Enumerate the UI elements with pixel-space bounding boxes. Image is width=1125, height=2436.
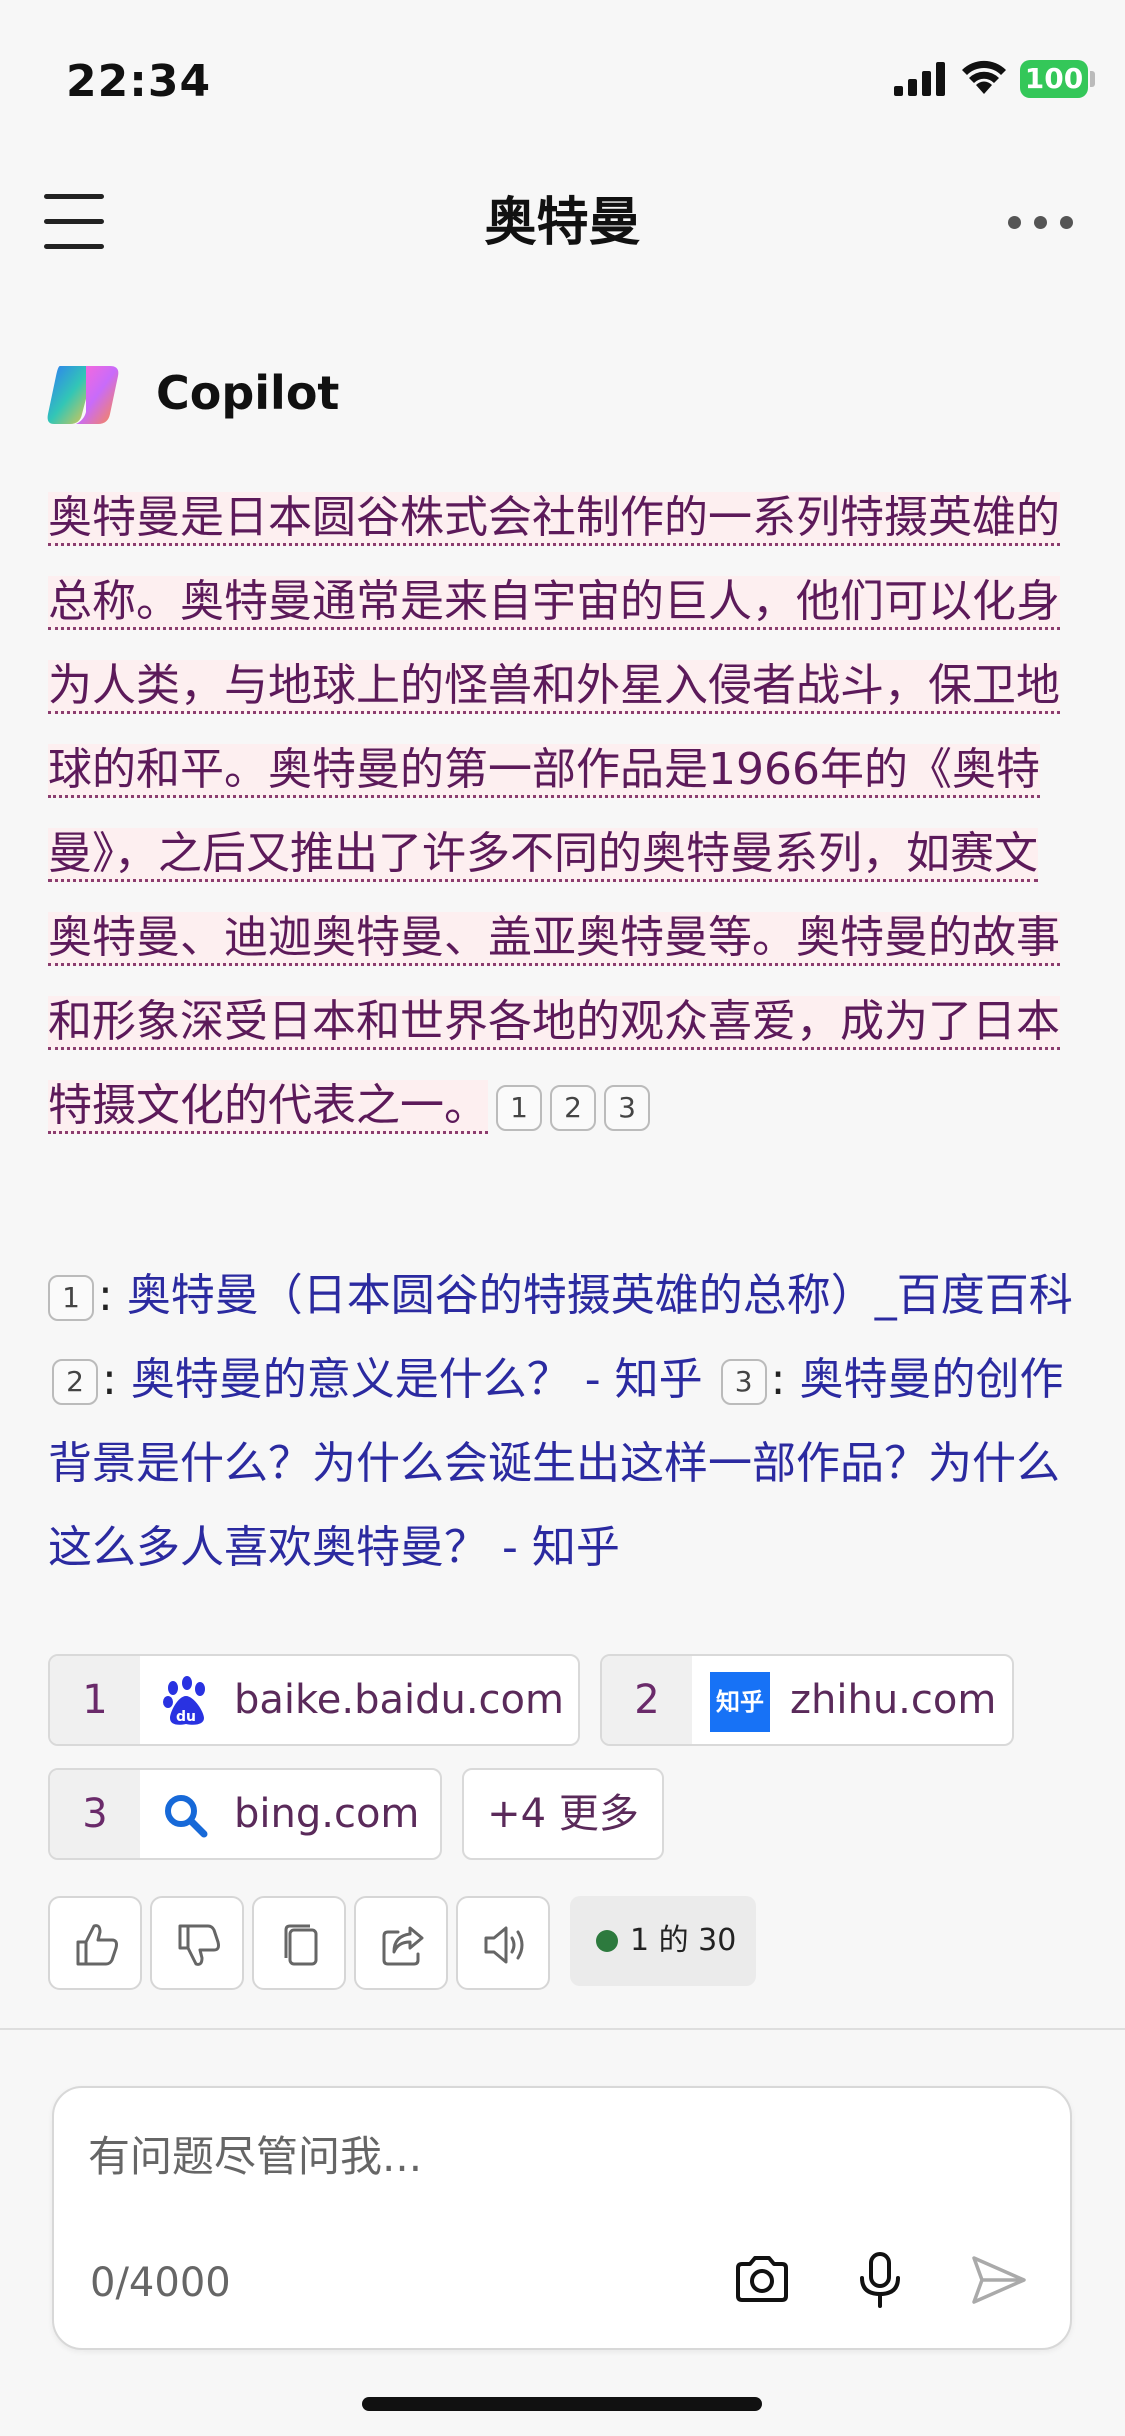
source-number: 2 — [602, 1656, 692, 1744]
search-icon — [165, 1795, 208, 1838]
reference-number: 3 — [720, 1359, 767, 1405]
turn-counter-text: 1 的 30 — [630, 1923, 737, 1958]
source-chip[interactable]: 1 du baike.baidu.com — [48, 1654, 580, 1746]
character-count: 0/4000 — [90, 2260, 231, 2306]
reference-link[interactable]: 奥特曼的意义是什么？ - 知乎 — [131, 1354, 703, 1405]
share-button[interactable] — [354, 1896, 448, 1990]
battery-tip — [1090, 71, 1095, 87]
copy-icon — [284, 1924, 318, 1966]
baidu-paw-icon: du — [163, 1676, 205, 1725]
camera-button[interactable] — [730, 2248, 794, 2312]
source-number: 1 — [50, 1656, 140, 1744]
citation-badge[interactable]: 3 — [604, 1085, 650, 1131]
read-aloud-button[interactable] — [456, 1896, 550, 1990]
assistant-name: Copilot — [156, 366, 340, 420]
thumbs-up-icon — [76, 1924, 118, 1966]
reference-link[interactable]: 奥特曼（日本圆谷的特摄英雄的总称）_百度百科 — [127, 1270, 1073, 1321]
source-domain: zhihu.com — [790, 1677, 997, 1723]
thumbs-down-button[interactable] — [150, 1896, 244, 1990]
reference-number: 2 — [52, 1359, 98, 1405]
camera-icon — [736, 2256, 788, 2302]
cellular-signal-icon — [894, 62, 945, 96]
thumbs-up-button[interactable] — [48, 1896, 142, 1990]
answer-text: 奥特曼是日本圆谷株式会社制作的一系列特摄英雄的总称。奥特曼通常是来自宇宙的巨人，… — [48, 476, 1078, 1148]
answer-highlighted-text[interactable]: 奥特曼是日本圆谷株式会社制作的一系列特摄英雄的总称。奥特曼通常是来自宇宙的巨人，… — [48, 492, 1060, 1134]
source-chip[interactable]: 3 bing.com — [48, 1768, 442, 1860]
status-dot — [596, 1930, 618, 1952]
send-icon — [972, 2256, 1026, 2304]
send-button[interactable] — [966, 2248, 1030, 2312]
speaker-icon — [484, 1926, 524, 1964]
svg-text:du: du — [176, 1709, 196, 1725]
status-time: 22:34 — [66, 56, 212, 107]
citation-badge[interactable]: 2 — [550, 1085, 596, 1131]
source-domain: bing.com — [234, 1791, 420, 1837]
copy-button[interactable] — [252, 1896, 346, 1990]
battery-icon: 100 — [1020, 60, 1088, 98]
turn-counter: 1 的 30 — [570, 1896, 756, 1986]
status-bar: 22:34 100 — [0, 0, 1125, 160]
citation-badge[interactable]: 1 — [496, 1085, 542, 1131]
app-header: 奥特曼 — [0, 160, 1125, 280]
more-options-icon[interactable] — [1008, 206, 1074, 236]
divider — [0, 2028, 1125, 2030]
microphone-icon — [860, 2252, 900, 2308]
thumbs-down-icon — [178, 1924, 220, 1966]
wifi-icon — [962, 60, 1006, 94]
zhihu-icon: 知乎 — [710, 1672, 770, 1732]
share-icon — [382, 1926, 424, 1966]
chat-input[interactable] — [88, 2116, 1028, 2196]
copilot-logo-icon — [47, 366, 119, 424]
chat-input-box: 0/4000 — [52, 2086, 1072, 2350]
microphone-button[interactable] — [848, 2248, 912, 2312]
more-sources-button[interactable]: +4 更多 — [462, 1768, 664, 1860]
source-domain: baike.baidu.com — [234, 1677, 564, 1723]
home-indicator — [362, 2397, 762, 2411]
page-title: 奥特曼 — [484, 193, 641, 253]
source-chip[interactable]: 2 知乎 zhihu.com — [600, 1654, 1014, 1746]
source-number: 3 — [50, 1770, 140, 1858]
reference-list: 1: 奥特曼（日本圆谷的特摄英雄的总称）_百度百科 2: 奥特曼的意义是什么？ … — [48, 1270, 1073, 1573]
reference-number: 1 — [48, 1275, 94, 1321]
